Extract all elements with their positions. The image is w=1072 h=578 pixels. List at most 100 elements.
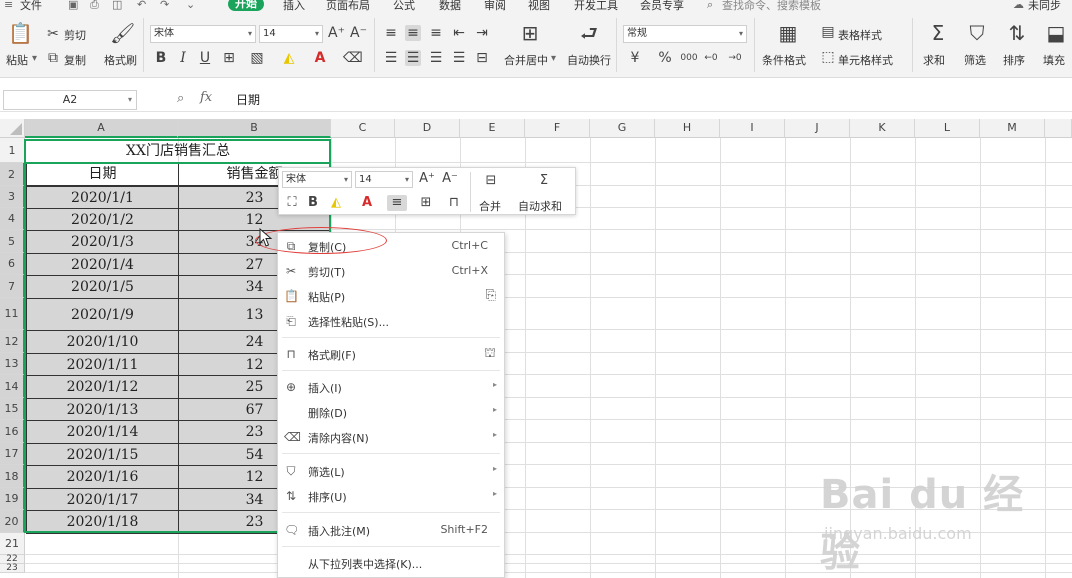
formula-input[interactable]: 日期 [236,91,260,108]
select-all-corner[interactable] [0,119,25,138]
justify-icon[interactable]: ☰ [451,50,467,66]
header-date-cell[interactable]: 日期 [26,163,179,186]
date-cell[interactable]: 2020/1/13 [26,398,179,421]
menu-file[interactable]: 文件 [20,0,42,12]
column-header-l[interactable]: L [915,119,980,138]
font-color-icon[interactable]: A [312,50,328,66]
mini-font-size-select[interactable]: 14 ▾ [355,171,413,188]
sum-button[interactable]: 求和 [923,52,945,68]
menu-item-filter[interactable]: ⛉ 筛选(L) ▸ [278,459,504,484]
cell-style-icon[interactable]: ⬚ [820,49,836,65]
menu-item-insert[interactable]: ⊕ 插入(I) ▸ [278,375,504,400]
mini-bold-button[interactable]: B [306,195,320,211]
menu-item-paste[interactable]: 📋 粘贴(P) ⎘ [278,284,504,309]
column-header-m[interactable]: M [980,119,1045,138]
table-style-icon[interactable]: ▤ [820,24,836,40]
font-color-icon[interactable]: A [359,195,375,211]
row-header-6[interactable]: 6 [0,253,25,275]
format-painter-button[interactable]: 格式刷 [104,52,137,68]
sheet-title-cell[interactable]: XX门店销售汇总 [26,140,330,163]
align-middle-icon[interactable]: ≡ [405,25,421,41]
align-right-icon[interactable]: ☰ [428,50,444,66]
redo-icon[interactable]: ↷ [160,0,172,11]
column-header-h[interactable]: H [655,119,720,138]
sort-button[interactable]: 排序 [1003,52,1025,68]
row-header-21[interactable]: 21 [0,533,25,555]
row-header-3[interactable]: 3 [0,186,25,208]
search-icon[interactable]: ⌕ [707,0,719,11]
date-cell[interactable]: 2020/1/18 [26,510,179,534]
paste-icon[interactable]: 📋 [8,22,33,44]
date-cell[interactable]: 2020/1/4 [26,253,179,276]
row-header-13[interactable]: 13 [0,353,25,375]
menu-item-cut[interactable]: ✂ 剪切(T) Ctrl+X [278,259,504,284]
chevron-down-icon[interactable]: ▾ [551,53,556,64]
row-header-19[interactable]: 19 [0,488,25,510]
currency-icon[interactable]: ¥ [627,50,643,66]
zoom-search-icon[interactable]: ⌕ [177,91,184,106]
tab-formulas[interactable]: 公式 [393,0,415,12]
menu-item-delete[interactable]: 删除(D) ▸ [278,400,504,425]
font-grow-icon[interactable]: A⁺ [328,25,345,41]
column-header-b[interactable]: B [178,119,331,138]
fit-icon[interactable]: ⛶ [284,195,300,211]
command-search[interactable]: 查找命令、搜索模板 [722,0,821,12]
underline-button[interactable]: U [198,50,212,66]
tab-home[interactable]: 开始 [228,0,264,11]
fx-button[interactable]: fx [200,90,212,105]
menu-item-format-painter[interactable]: ⊓ 格式刷(F) ⛫ [278,342,504,367]
wrap-text-icon[interactable]: ⮐ [577,22,601,44]
align-bottom-icon[interactable]: ≡ [428,25,444,41]
tab-insert[interactable]: 插入 [283,0,305,12]
font-shrink-icon[interactable]: A⁻ [442,171,458,187]
sum-icon[interactable]: Σ [926,22,950,44]
date-cell[interactable]: 2020/1/3 [26,230,179,254]
row-header-11[interactable]: 11 [0,298,25,330]
date-cell[interactable]: 2020/1/17 [26,488,179,511]
decimal-decrease-icon[interactable]: →0 [727,50,743,66]
border-icon[interactable]: ⊞ [418,195,434,211]
column-header-k[interactable]: K [850,119,915,138]
row-header-18[interactable]: 18 [0,465,25,488]
filter-icon[interactable]: ⛉ [965,22,989,44]
cut-button[interactable]: 剪切 [64,27,86,43]
paste-button[interactable]: 粘贴 [6,52,28,68]
row-header-14[interactable]: 14 [0,375,25,398]
fill-color-icon[interactable]: ◭ [281,50,297,66]
tab-page-layout[interactable]: 页面布局 [326,0,370,12]
format-painter-options-icon[interactable]: ⛫ [484,346,496,363]
align-top-icon[interactable]: ≡ [383,25,399,41]
merge-icon[interactable]: ⊞ [518,22,542,44]
copy-button[interactable]: 复制 [64,52,86,68]
indent-increase-icon[interactable]: ⇥ [474,25,490,41]
scissors-icon[interactable]: ✂ [45,26,61,42]
thousands-button[interactable]: 000 [679,50,699,66]
paste-options-icon[interactable]: ⎘ [486,288,496,303]
filter-button[interactable]: 筛选 [964,52,986,68]
date-cell[interactable]: 2020/1/14 [26,420,179,444]
column-header-c[interactable]: C [331,119,395,138]
border-icon[interactable]: ⊞ [221,50,237,66]
save-icon[interactable]: ▣ [68,0,80,11]
decimal-increase-icon[interactable]: ←0 [703,50,719,66]
date-cell[interactable]: 2020/1/2 [26,208,179,231]
conditional-format-icon[interactable]: ▦ [776,22,800,44]
sort-icon[interactable]: ⇅ [1005,22,1029,44]
tab-review[interactable]: 审阅 [484,0,506,12]
percent-button[interactable]: % [657,50,673,66]
italic-button[interactable]: I [176,50,190,66]
menu-item-sort[interactable]: ⇅ 排序(U) ▸ [278,484,504,509]
column-header-a[interactable]: A [25,119,178,138]
mini-autosum-button[interactable]: 自动求和 [518,198,562,214]
font-grow-icon[interactable]: A⁺ [419,171,435,187]
row-header-5[interactable]: 5 [0,230,25,253]
name-box[interactable]: A2 ▾ [3,90,137,110]
chevron-down-icon[interactable]: ⌄ [186,0,198,11]
column-header-n[interactable] [1045,119,1072,138]
format-painter-icon[interactable]: ⊓ [447,195,461,211]
fill-color-icon[interactable]: ◭ [328,195,344,211]
tab-data[interactable]: 数据 [439,0,461,12]
date-cell[interactable]: 2020/1/1 [26,186,179,209]
wrap-text-button[interactable]: 自动换行 [567,52,611,68]
mini-merge-button[interactable]: 合并 [479,198,501,214]
